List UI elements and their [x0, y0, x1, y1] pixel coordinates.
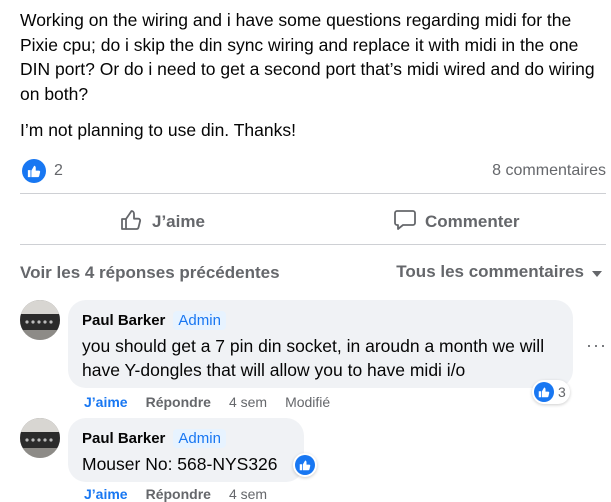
comment-timestamp[interactable]: 4 sem — [229, 486, 267, 502]
comment-author[interactable]: Paul Barker — [82, 430, 165, 447]
comment-reply-button[interactable]: Répondre — [146, 394, 211, 410]
divider — [20, 244, 606, 245]
admin-badge: Admin — [173, 428, 226, 448]
comment-edited-label: Modifié — [285, 394, 331, 410]
more-icon[interactable]: ··· — [586, 335, 607, 356]
like-outline-icon — [120, 209, 144, 236]
post-body: Working on the wiring and i have some qu… — [20, 8, 605, 143]
like-button-label: J’aime — [152, 212, 205, 231]
post-actions: J’aime Commenter — [20, 200, 606, 244]
comment: Paul Barker Admin you should get a 7 pin… — [20, 300, 610, 410]
comment-text: Mouser No: 568-NYS326 — [82, 454, 278, 474]
comment-author[interactable]: Paul Barker — [82, 312, 165, 329]
comment-icon — [393, 209, 417, 236]
like-icon[interactable] — [22, 159, 46, 183]
reaction-count[interactable]: 2 — [54, 162, 63, 180]
comment-meta: J’aime Répondre 4 sem Modifié — [84, 394, 330, 410]
divider — [20, 193, 606, 194]
comment-filter-label: Tous les commentaires — [396, 262, 584, 281]
comment-count[interactable]: 8 commentaires — [492, 162, 606, 180]
avatar[interactable] — [20, 418, 60, 458]
like-button[interactable]: J’aime — [120, 200, 205, 244]
reactions-summary: 2 8 commentaires — [20, 158, 606, 186]
comment-like-button[interactable]: J’aime — [84, 486, 128, 502]
post-paragraph-2: I’m not planning to use din. Thanks! — [20, 120, 296, 140]
comment-reaction-count: 3 — [558, 384, 566, 400]
comment-like-button[interactable]: J’aime — [84, 394, 128, 410]
comment: Paul Barker Admin Mouser No: 568-NYS326 … — [20, 418, 610, 502]
comment-button[interactable]: Commenter — [393, 200, 519, 244]
comment-reactions[interactable] — [293, 453, 317, 477]
comment-reply-button[interactable]: Répondre — [146, 486, 211, 502]
like-icon — [534, 382, 554, 402]
comment-text: you should get a 7 pin din socket, in ar… — [82, 336, 545, 380]
previous-replies-link[interactable]: Voir les 4 réponses précédentes — [20, 263, 280, 283]
admin-badge: Admin — [173, 310, 226, 330]
avatar[interactable] — [20, 300, 60, 340]
caret-down-icon — [592, 262, 602, 282]
comment-bubble: Paul Barker Admin Mouser No: 568-NYS326 — [68, 418, 304, 482]
like-icon — [295, 455, 315, 475]
comments-header: Voir les 4 réponses précédentes Tous les… — [20, 262, 606, 286]
comment-meta: J’aime Répondre 4 sem — [84, 486, 267, 502]
comment-bubble: Paul Barker Admin you should get a 7 pin… — [68, 300, 573, 388]
post-paragraph-1: Working on the wiring and i have some qu… — [20, 10, 595, 104]
comment-reactions[interactable]: 3 — [532, 380, 570, 404]
comment-timestamp[interactable]: 4 sem — [229, 394, 267, 410]
comment-filter-dropdown[interactable]: Tous les commentaires — [396, 262, 602, 282]
comment-button-label: Commenter — [425, 212, 520, 231]
